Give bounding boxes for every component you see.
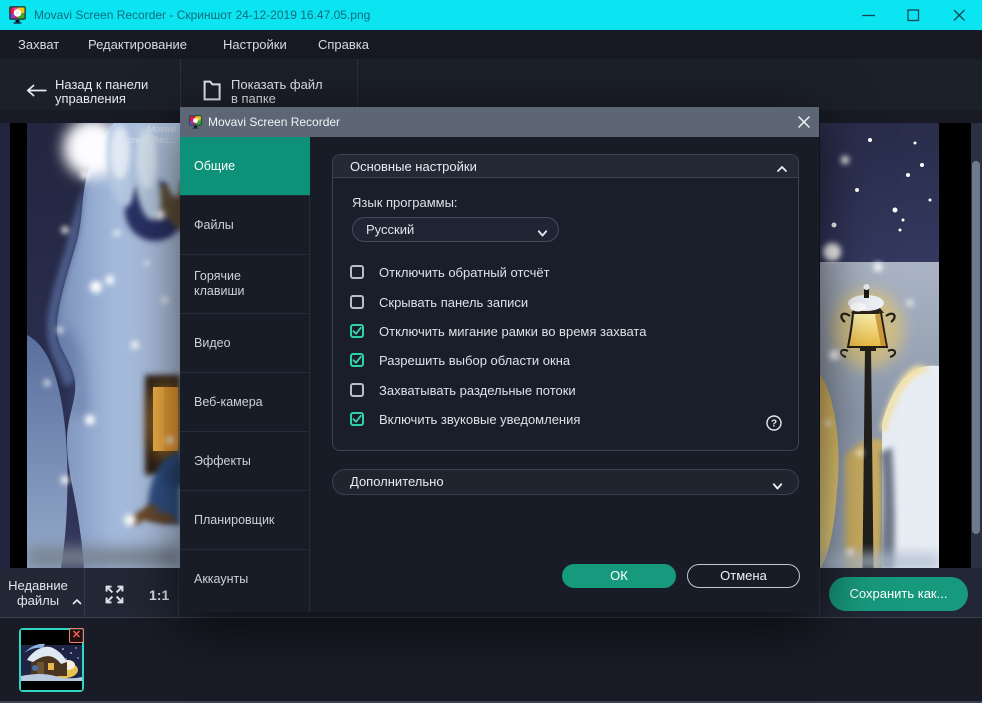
svg-text:?: ? <box>771 419 777 430</box>
